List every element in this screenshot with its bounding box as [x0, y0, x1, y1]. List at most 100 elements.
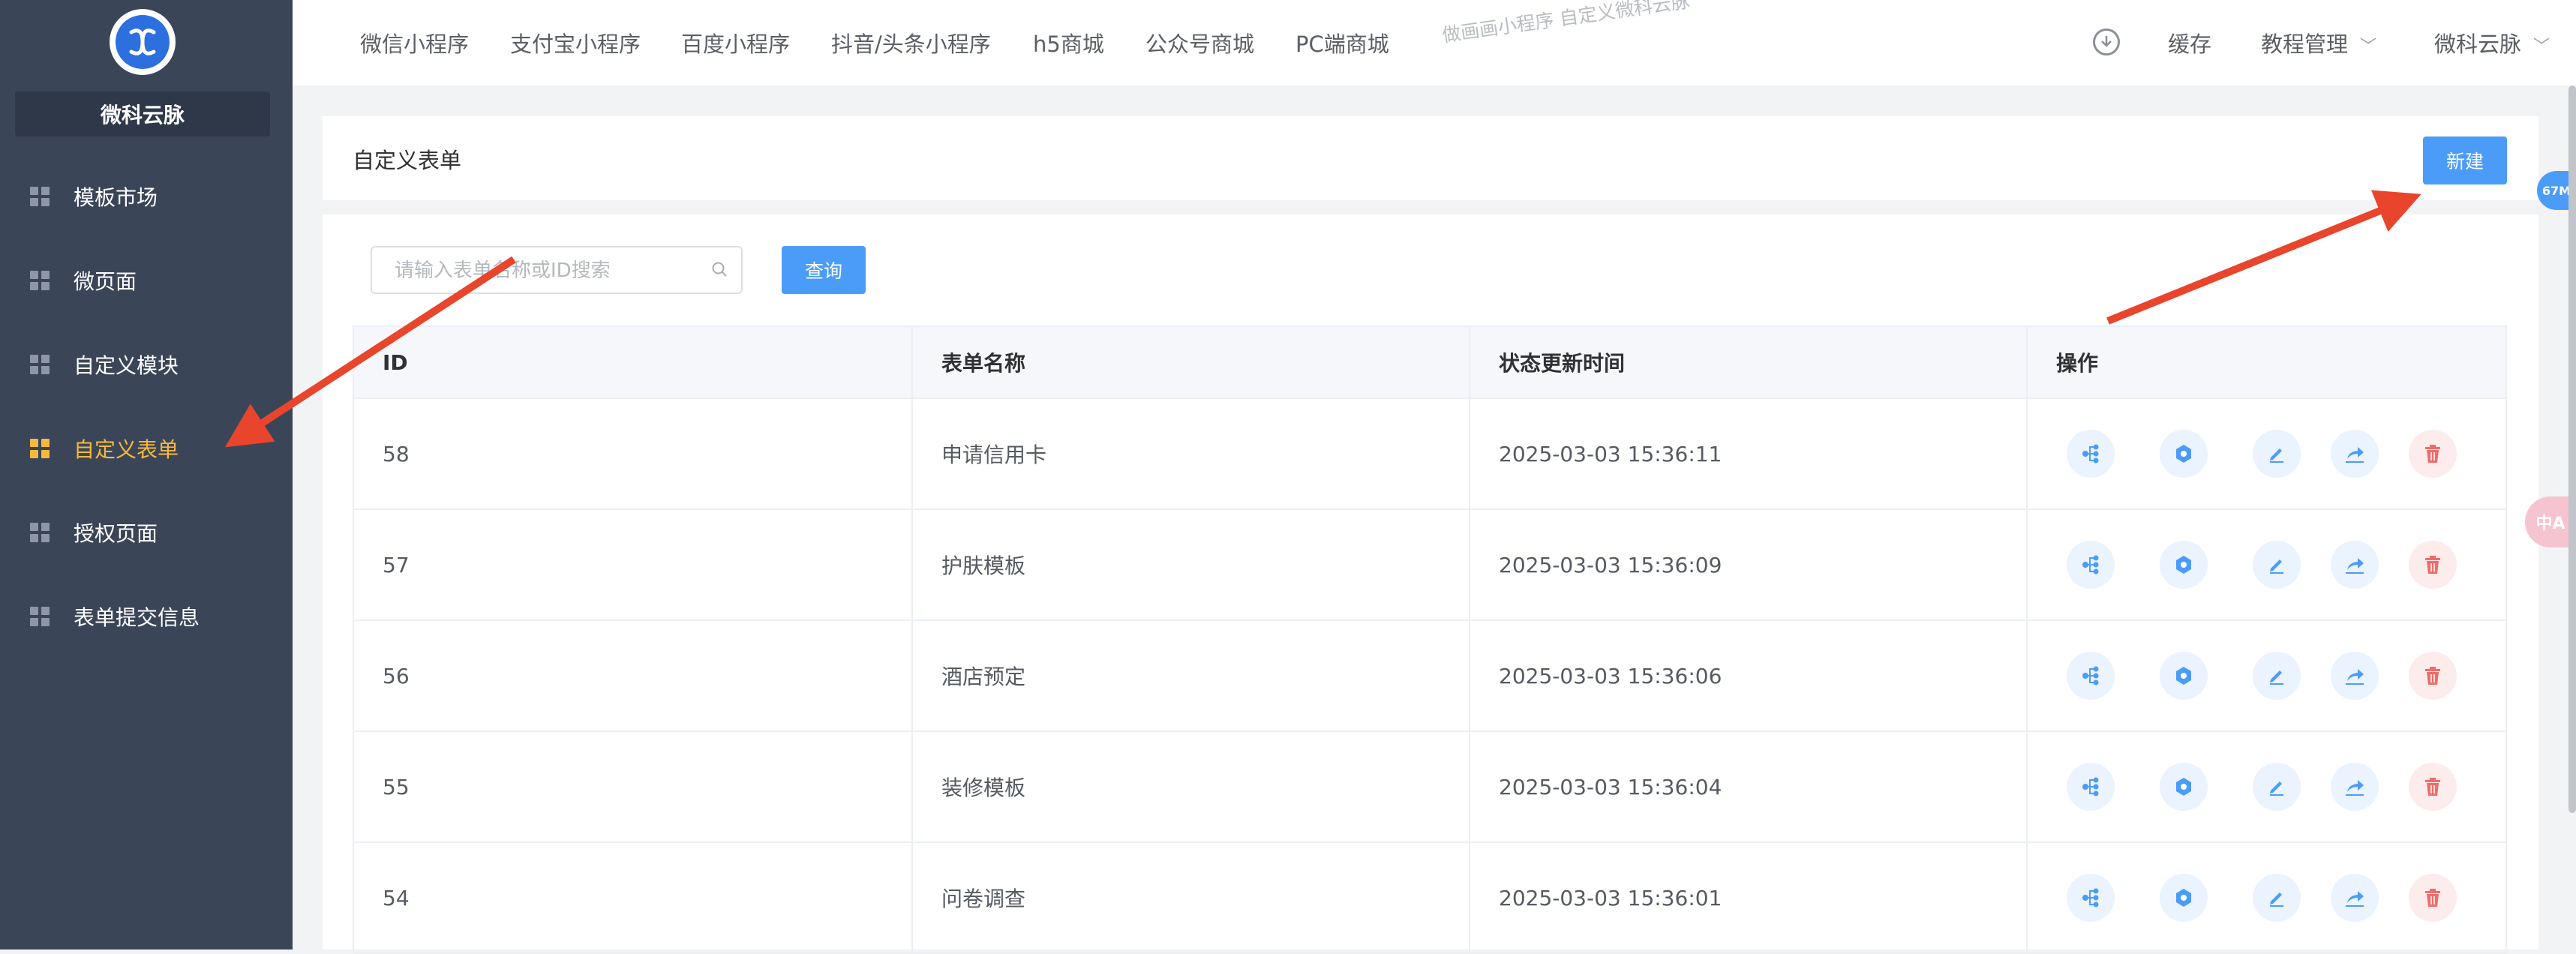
- flow-icon: [2079, 664, 2102, 687]
- flow-button[interactable]: [2067, 652, 2115, 700]
- search-input[interactable]: [393, 248, 696, 294]
- settings-hex-icon: [2172, 664, 2195, 687]
- cell-form-name: 酒店预定: [911, 620, 1470, 732]
- settings-hex-icon: [2172, 554, 2195, 576]
- settings-button[interactable]: [2160, 430, 2208, 478]
- sidebar-item-custom-form[interactable]: 自定义表单: [30, 422, 278, 475]
- flow-button[interactable]: [2067, 874, 2115, 922]
- delete-button[interactable]: [2409, 652, 2457, 700]
- sidebar-item-micro-page[interactable]: 微页面: [30, 254, 278, 307]
- edit-icon: [2265, 664, 2288, 687]
- delete-button[interactable]: [2409, 541, 2457, 589]
- tab-douyin-miniprogram[interactable]: 抖音/头条小程序: [831, 27, 991, 58]
- tutorial-menu-label: 教程管理: [2261, 32, 2349, 57]
- table-row: 56 酒店预定 2025-03-03 15:36:06: [353, 620, 2507, 732]
- share-icon: [2343, 776, 2367, 798]
- share-button[interactable]: [2331, 763, 2379, 811]
- sidebar-item-label: 自定义表单: [74, 437, 179, 462]
- share-button[interactable]: [2331, 430, 2379, 478]
- grid-icon: [30, 355, 50, 374]
- share-icon: [2343, 664, 2367, 687]
- edit-icon: [2265, 554, 2288, 576]
- cell-updated-time: 2025-03-03 15:36:04: [1469, 730, 2028, 843]
- watermark: 做画画小程序 自定义微科云脉: [1440, 0, 1692, 46]
- new-button[interactable]: 新建: [2423, 136, 2507, 184]
- settings-hex-icon: [2172, 776, 2195, 798]
- settings-button[interactable]: [2160, 541, 2208, 589]
- flow-button[interactable]: [2067, 541, 2115, 589]
- user-menu-label: 微科云脉: [2434, 32, 2522, 57]
- cell-id: 58: [353, 398, 913, 510]
- search-box: [371, 246, 743, 294]
- cell-updated-time: 2025-03-03 15:36:01: [1469, 842, 2028, 954]
- tutorial-menu[interactable]: 教程管理 ﹀: [2261, 27, 2376, 58]
- download-icon[interactable]: [2093, 28, 2120, 56]
- edit-button[interactable]: [2253, 652, 2301, 700]
- cell-id: 56: [353, 620, 913, 732]
- settings-button[interactable]: [2160, 652, 2208, 700]
- edit-button[interactable]: [2253, 874, 2301, 922]
- sidebar-item-auth-page[interactable]: 授权页面: [30, 506, 278, 559]
- share-button[interactable]: [2331, 541, 2379, 589]
- tab-pc-mall[interactable]: PC端商城: [1296, 27, 1389, 58]
- share-button[interactable]: [2331, 874, 2379, 922]
- cache-button[interactable]: 缓存: [2168, 27, 2211, 58]
- page-title: 自定义表单: [353, 148, 462, 173]
- delete-button[interactable]: [2409, 430, 2457, 478]
- edit-button[interactable]: [2253, 541, 2301, 589]
- delete-icon: [2423, 887, 2442, 908]
- flow-button[interactable]: [2067, 430, 2115, 478]
- user-menu[interactable]: 微科云脉 ﹀: [2434, 27, 2550, 58]
- cell-form-name: 申请信用卡: [911, 398, 1470, 510]
- flow-icon: [2079, 776, 2102, 798]
- edit-button[interactable]: [2253, 430, 2301, 478]
- sidebar-item-label: 授权页面: [74, 521, 158, 546]
- cell-actions: [2026, 398, 2507, 510]
- flow-icon: [2079, 554, 2102, 576]
- sidebar-item-label: 自定义模块: [74, 353, 179, 378]
- grid-icon: [30, 523, 50, 542]
- flow-icon: [2079, 442, 2102, 465]
- share-button[interactable]: [2331, 652, 2379, 700]
- brand-name: 微科云脉: [15, 92, 270, 136]
- tab-official-account-mall[interactable]: 公众号商城: [1145, 27, 1254, 58]
- cell-updated-time: 2025-03-03 15:36:06: [1469, 620, 2028, 732]
- sidebar-item-form-submissions[interactable]: 表单提交信息: [30, 590, 278, 643]
- sidebar-item-custom-module[interactable]: 自定义模块: [30, 338, 278, 391]
- delete-icon: [2423, 665, 2442, 686]
- sidebar-item-template-market[interactable]: 模板市场: [30, 170, 278, 223]
- delete-button[interactable]: [2409, 763, 2457, 811]
- search-icon[interactable]: [711, 261, 728, 278]
- settings-button[interactable]: [2160, 874, 2208, 922]
- tab-wechat-miniprogram[interactable]: 微信小程序: [360, 27, 469, 58]
- settings-button[interactable]: [2160, 763, 2208, 811]
- sidebar-item-label: 微页面: [74, 269, 137, 294]
- delete-icon: [2423, 443, 2442, 464]
- settings-hex-icon: [2172, 886, 2195, 909]
- query-button[interactable]: 查询: [782, 246, 866, 294]
- share-icon: [2343, 442, 2367, 465]
- column-header-time: 状态更新时间: [1469, 326, 2028, 399]
- column-header-id: ID: [353, 326, 913, 399]
- top-bar: 微信小程序 支付宝小程序 百度小程序 抖音/头条小程序 h5商城 公众号商城 P…: [293, 0, 2576, 86]
- tab-alipay-miniprogram[interactable]: 支付宝小程序: [510, 27, 641, 58]
- table-row: 58 申请信用卡 2025-03-03 15:36:11: [353, 398, 2507, 510]
- sidebar-item-label: 表单提交信息: [74, 605, 200, 630]
- cell-form-name: 问卷调查: [911, 842, 1470, 954]
- cell-updated-time: 2025-03-03 15:36:11: [1469, 398, 2028, 510]
- edit-icon: [2265, 776, 2288, 798]
- delete-button[interactable]: [2409, 874, 2457, 922]
- cell-id: 55: [353, 730, 913, 843]
- forms-table: ID 表单名称 状态更新时间 操作 58 申请信用卡 2025-03-03 15:3…: [353, 326, 2507, 954]
- sidebar-item-label: 模板市场: [74, 185, 158, 210]
- flow-button[interactable]: [2067, 763, 2115, 811]
- sidebar: 微科云脉 模板市场 微页面 自定义模块 自定义表单 授权页面 表单提交信息: [0, 0, 293, 950]
- scrollbar[interactable]: [2568, 86, 2576, 813]
- edit-button[interactable]: [2253, 763, 2301, 811]
- logo[interactable]: [110, 9, 176, 75]
- tab-baidu-miniprogram[interactable]: 百度小程序: [681, 27, 790, 58]
- cell-actions: [2026, 730, 2507, 843]
- chevron-down-icon: ﹀: [2360, 38, 2377, 56]
- content-card: 查询 ID 表单名称 状态更新时间 操作 58申请信用卡2025-03-03 1…: [323, 214, 2538, 954]
- tab-h5-mall[interactable]: h5商城: [1033, 27, 1104, 58]
